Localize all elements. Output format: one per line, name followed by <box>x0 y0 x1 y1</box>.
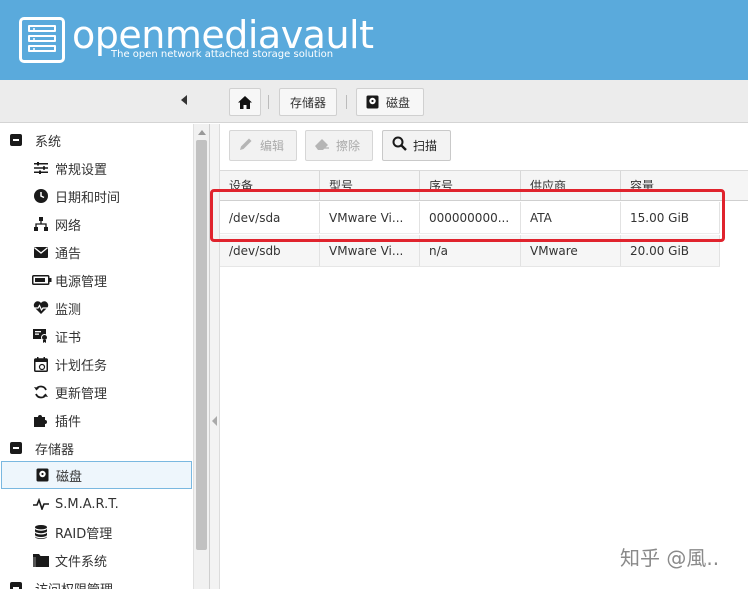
sidebar-item-update-management[interactable]: 更新管理 <box>0 378 192 406</box>
database-icon <box>33 524 49 540</box>
brand-tagline: The open network attached storage soluti… <box>111 49 334 60</box>
edit-button-label: 编辑 <box>260 139 285 153</box>
sidebar-item-label: 计划任务 <box>55 358 108 374</box>
sidebar-item-notification[interactable]: 通告 <box>0 238 192 266</box>
scroll-up-arrow-icon[interactable] <box>198 130 206 135</box>
sidebar-item-label: 通告 <box>55 246 82 262</box>
sidebar-item-label: S.M.A.R.T. <box>55 496 119 512</box>
edit-button[interactable]: 编辑 <box>229 130 297 161</box>
pencil-icon <box>238 137 254 155</box>
wipe-button-label: 擦除 <box>336 139 361 153</box>
sidebar-item-label: 网络 <box>55 218 82 234</box>
sidebar-item-label: 电源管理 <box>55 274 108 290</box>
sidebar-scrollbar[interactable] <box>193 124 209 589</box>
sidebar-nav: 系统 常规设置 日期和时间 网络 通告 电源管理 监测 证书 计划任务 更新管理… <box>0 124 210 589</box>
disk-icon <box>34 467 50 483</box>
sidebar-item-raid-management[interactable]: RAID管理 <box>0 518 192 546</box>
scrollbar-thumb[interactable] <box>196 140 207 550</box>
eraser-icon <box>314 138 330 154</box>
breadcrumb-separator <box>268 95 269 109</box>
network-icon <box>33 216 49 232</box>
sidebar-item-label: 更新管理 <box>55 386 108 402</box>
sidebar-item-label: 日期和时间 <box>55 190 121 206</box>
collapse-minus-icon[interactable] <box>10 442 22 454</box>
sidebar-item-plugins[interactable]: 插件 <box>0 406 192 434</box>
breadcrumb-disks[interactable]: 磁盘 <box>356 88 424 116</box>
calendar-icon <box>33 356 49 372</box>
app-header: openmediavault The open network attached… <box>0 0 748 80</box>
heartbeat-icon <box>33 300 49 316</box>
breadcrumb-disks-label: 磁盘 <box>386 95 411 110</box>
sidebar-item-power-management[interactable]: 电源管理 <box>0 266 192 294</box>
sidebar-item-label: 磁盘 <box>56 469 83 485</box>
breadcrumb-storage-label: 存储器 <box>290 95 327 110</box>
breadcrumb-storage[interactable]: 存储器 <box>279 88 337 116</box>
clock-icon <box>33 188 49 204</box>
wipe-button[interactable]: 擦除 <box>305 130 373 161</box>
breadcrumb-home-button[interactable] <box>229 88 261 116</box>
folder-icon <box>33 552 49 568</box>
sidebar-item-scheduled-jobs[interactable]: 计划任务 <box>0 350 192 378</box>
collapse-minus-icon[interactable] <box>10 134 22 146</box>
sidebar-item-certificates[interactable]: 证书 <box>0 322 192 350</box>
sidebar-item-label: 文件系统 <box>55 554 108 570</box>
sidebar-item-label: 插件 <box>55 414 82 430</box>
breadcrumb-separator <box>346 95 347 109</box>
mail-icon <box>33 244 49 260</box>
annotation-highlight-box <box>210 189 725 242</box>
app-root: openmediavault The open network attached… <box>0 0 748 589</box>
sidebar-item-label: 证书 <box>55 330 82 346</box>
scan-button[interactable]: 扫描 <box>382 130 451 161</box>
sidebar-group-label: 系统 <box>35 134 62 150</box>
sidebar-item-disks[interactable]: 磁盘 <box>1 461 192 489</box>
omv-logo-icon <box>19 17 65 63</box>
scan-button-label: 扫描 <box>413 139 438 153</box>
sidebar-group-access-rights[interactable]: 访问权限管理 <box>0 574 192 589</box>
sliders-icon <box>33 160 49 176</box>
pulse-icon <box>33 496 49 512</box>
watermark-text: 知乎 @風.. <box>620 546 720 570</box>
sidebar-group-label: 访问权限管理 <box>35 579 113 589</box>
sidebar-item-network[interactable]: 网络 <box>0 210 192 238</box>
sidebar-item-monitoring[interactable]: 监测 <box>0 294 192 322</box>
sidebar-item-filesystems[interactable]: 文件系统 <box>0 546 192 574</box>
puzzle-icon <box>33 412 49 428</box>
collapse-minus-icon[interactable] <box>10 582 22 589</box>
collapse-sidebar-icon[interactable] <box>181 95 187 105</box>
home-icon <box>238 95 252 109</box>
sidebar-item-date-time[interactable]: 日期和时间 <box>0 182 192 210</box>
sidebar-group-storage[interactable]: 存储器 <box>0 434 192 462</box>
battery-icon <box>32 272 52 288</box>
sidebar-item-label: RAID管理 <box>55 526 113 542</box>
disk-icon <box>366 95 379 109</box>
sidebar-item-smart[interactable]: S.M.A.R.T. <box>0 490 192 518</box>
sidebar-group-system[interactable]: 系统 <box>0 126 192 154</box>
certificate-icon <box>33 328 49 344</box>
refresh-icon <box>33 384 49 400</box>
sidebar-item-label: 监测 <box>55 302 82 318</box>
collapse-arrow-icon[interactable] <box>212 416 217 426</box>
sidebar-group-label: 存储器 <box>35 442 75 458</box>
search-icon <box>391 136 407 155</box>
sidebar-item-general-settings[interactable]: 常规设置 <box>0 154 192 182</box>
sidebar-item-label: 常规设置 <box>55 162 108 178</box>
